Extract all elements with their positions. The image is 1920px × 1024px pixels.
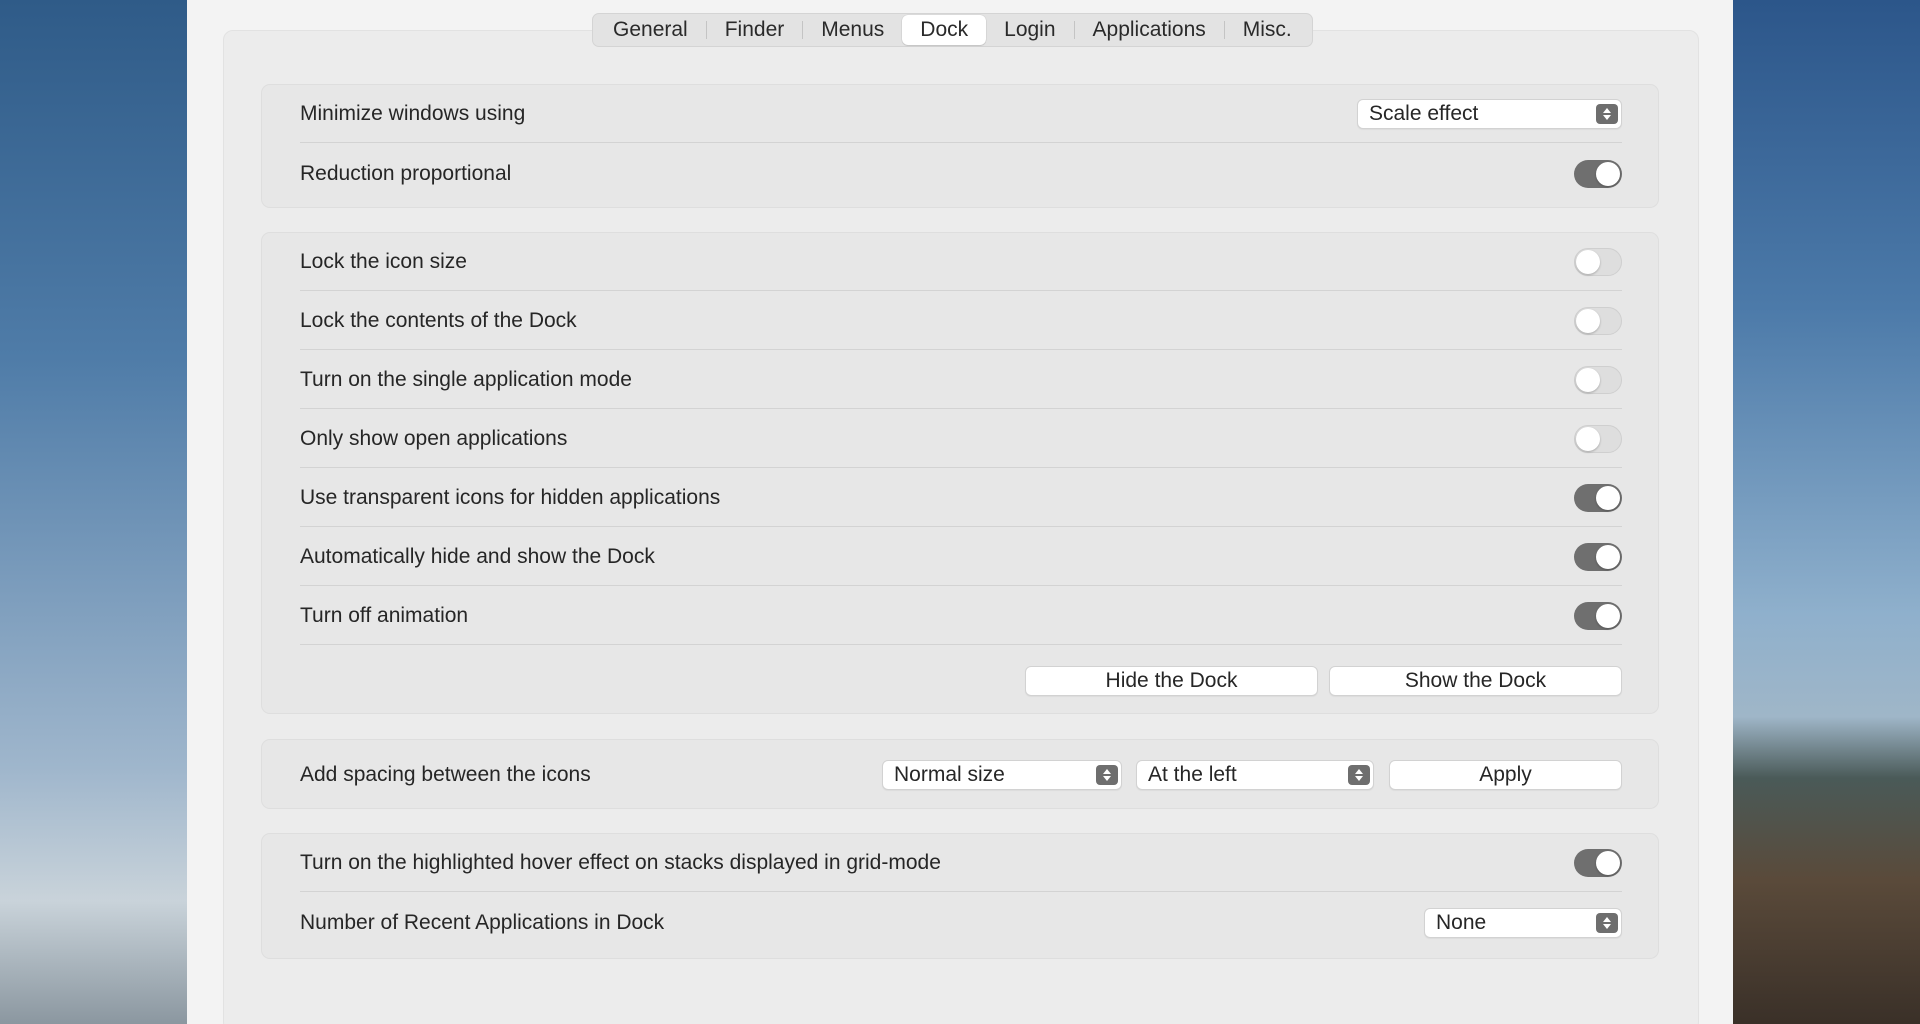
recent-apps-select[interactable]: None (1424, 908, 1622, 938)
toggle-knob (1596, 603, 1620, 628)
hover-effect-row: Turn on the highlighted hover effect on … (300, 834, 1622, 892)
spacing-size-select[interactable]: Normal size (882, 760, 1122, 790)
chevron-updown-icon (1096, 765, 1118, 785)
row-label: Only show open applications (300, 426, 568, 450)
single-app-mode-toggle[interactable] (1574, 365, 1622, 394)
hide-dock-button[interactable]: Hide the Dock (1025, 666, 1318, 696)
tab-bar: General Finder Menus Dock Login Applicat… (592, 13, 1313, 47)
toggle-knob (1576, 426, 1600, 451)
tab-label: Login (1004, 18, 1056, 41)
animation-toggle[interactable] (1574, 601, 1622, 630)
tab-label: Applications (1092, 18, 1206, 41)
tab-label: Finder (724, 18, 785, 41)
tab-label: Misc. (1242, 18, 1292, 41)
hover-effect-toggle[interactable] (1574, 848, 1622, 877)
row-label: Turn off animation (300, 603, 469, 627)
single-app-mode-row: Turn on the single application mode (300, 351, 1622, 409)
chevron-updown-icon (1348, 765, 1370, 785)
minimize-row: Minimize windows using Scale effect (300, 85, 1622, 143)
transparent-icons-toggle[interactable] (1574, 483, 1622, 512)
recent-apps-row: Number of Recent Applications in Dock No… (300, 894, 1622, 952)
tab-login[interactable]: Login (986, 15, 1073, 45)
minimize-effect-select[interactable]: Scale effect (1357, 98, 1622, 129)
minimize-label: Minimize windows using (300, 101, 526, 125)
desktop-wallpaper-left (0, 0, 187, 1024)
tab-label: Menus (821, 18, 885, 41)
show-dock-button[interactable]: Show the Dock (1329, 666, 1622, 696)
toggle-knob (1596, 544, 1620, 569)
lock-contents-row: Lock the contents of the Dock (300, 292, 1622, 350)
select-value: At the left (1148, 763, 1237, 786)
chevron-updown-icon (1596, 913, 1618, 933)
autohide-row: Automatically hide and show the Dock (300, 528, 1622, 586)
desktop-wallpaper-right (1733, 0, 1920, 1024)
animation-row: Turn off animation (300, 587, 1622, 645)
tab-finder[interactable]: Finder (707, 15, 803, 45)
row-label: Lock the icon size (300, 249, 467, 273)
tab-menus[interactable]: Menus (803, 15, 902, 45)
spacing-group: Add spacing between the icons Normal siz… (261, 739, 1659, 809)
toggle-knob (1596, 485, 1620, 510)
select-value: Normal size (894, 763, 1005, 786)
toggle-knob (1576, 367, 1600, 392)
row-label: Automatically hide and show the Dock (300, 544, 655, 568)
minimize-group: Minimize windows using Scale effect Redu… (261, 84, 1659, 208)
preferences-window: General Finder Menus Dock Login Applicat… (187, 0, 1733, 1024)
tab-label: General (613, 18, 688, 41)
spacing-row: Add spacing between the icons Normal siz… (300, 746, 1622, 804)
toggle-knob (1576, 308, 1600, 333)
select-value: Scale effect (1369, 101, 1479, 125)
lock-icon-size-row: Lock the icon size (300, 233, 1622, 291)
only-open-apps-toggle[interactable] (1574, 424, 1622, 453)
row-label: Lock the contents of the Dock (300, 308, 577, 332)
toggle-knob (1596, 850, 1620, 875)
row-label: Turn on the single application mode (300, 367, 632, 391)
dock-options-group: Lock the icon size Lock the contents of … (261, 232, 1659, 714)
stacks-group: Turn on the highlighted hover effect on … (261, 833, 1659, 959)
autohide-toggle[interactable] (1574, 542, 1622, 571)
hover-effect-label: Turn on the highlighted hover effect on … (300, 850, 941, 874)
transparent-icons-row: Use transparent icons for hidden applica… (300, 469, 1622, 527)
spacing-position-select[interactable]: At the left (1136, 760, 1374, 790)
chevron-updown-icon (1596, 103, 1618, 124)
tab-applications[interactable]: Applications (1075, 15, 1224, 45)
tab-label: Dock (920, 18, 969, 41)
tab-general[interactable]: General (595, 15, 706, 45)
reduction-row: Reduction proportional (300, 145, 1622, 203)
toggle-knob (1576, 249, 1600, 274)
select-value: None (1436, 911, 1487, 934)
lock-contents-toggle[interactable] (1574, 306, 1622, 335)
apply-button[interactable]: Apply (1389, 760, 1622, 790)
tab-dock[interactable]: Dock (902, 15, 987, 45)
only-open-apps-row: Only show open applications (300, 410, 1622, 468)
recent-apps-label: Number of Recent Applications in Dock (300, 911, 665, 934)
reduction-label: Reduction proportional (300, 162, 512, 185)
row-label: Use transparent icons for hidden applica… (300, 485, 721, 509)
toggle-knob (1596, 162, 1620, 186)
reduction-toggle[interactable] (1574, 160, 1622, 188)
spacing-label: Add spacing between the icons (300, 763, 591, 786)
tab-misc[interactable]: Misc. (1225, 15, 1310, 45)
lock-icon-size-toggle[interactable] (1574, 247, 1622, 276)
